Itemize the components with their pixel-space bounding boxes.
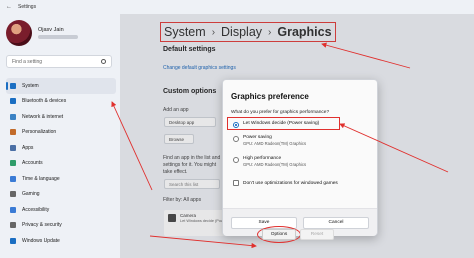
update-icon bbox=[10, 237, 16, 244]
sidebar-item-label: Time & language bbox=[22, 175, 60, 182]
gamepad-icon bbox=[10, 191, 16, 198]
search-input[interactable]: Find a setting bbox=[6, 55, 112, 68]
radio-selected-icon[interactable] bbox=[233, 121, 239, 128]
sidebar-item-accounts[interactable]: Accounts bbox=[6, 156, 116, 172]
network-icon bbox=[10, 113, 16, 120]
sidebar-item-system[interactable]: System bbox=[6, 78, 116, 94]
dialog-title: Graphics preference bbox=[231, 92, 309, 101]
sidebar-nav: System Bluetooth & devices Network & int… bbox=[6, 78, 116, 249]
system-icon bbox=[10, 82, 16, 89]
sidebar-item-label: Gaming bbox=[22, 191, 40, 198]
sidebar-item-windows-update[interactable]: Windows Update bbox=[6, 233, 116, 249]
profile-email-redacted bbox=[38, 35, 78, 39]
apps-icon bbox=[10, 144, 16, 151]
sidebar-item-label: Bluetooth & devices bbox=[22, 98, 67, 105]
sidebar-item-label: System bbox=[22, 82, 39, 89]
sidebar-item-personalization[interactable]: Personalization bbox=[6, 125, 116, 141]
option-gpu: GPU: AMD Radeon(TM) Graphics bbox=[243, 141, 307, 146]
sidebar-item-label: Personalization bbox=[22, 129, 57, 136]
cancel-button[interactable]: Cancel bbox=[303, 217, 369, 229]
sidebar-item-time-language[interactable]: Time & language bbox=[6, 171, 116, 187]
person-icon bbox=[10, 160, 16, 167]
brush-icon bbox=[10, 129, 16, 136]
option-label: High performance bbox=[243, 156, 282, 161]
checkbox-label: Don't use optimizations for windowed gam… bbox=[243, 180, 338, 186]
option-let-windows-decide[interactable]: Let Windows decide (Power saving) bbox=[233, 121, 319, 128]
bluetooth-icon bbox=[10, 98, 16, 105]
back-arrow-icon[interactable]: ← bbox=[6, 4, 12, 10]
option-high-performance[interactable]: High performance GPU: AMD Radeon(TM) Gra… bbox=[233, 156, 306, 167]
radio-icon[interactable] bbox=[233, 156, 239, 163]
sidebar-item-label: Network & internet bbox=[22, 113, 64, 120]
sidebar-item-label: Apps bbox=[22, 144, 34, 151]
title-bar: ← Settings bbox=[0, 0, 474, 14]
checkbox[interactable] bbox=[233, 180, 239, 186]
reset-button[interactable]: Reset bbox=[300, 229, 334, 240]
graphics-preference-dialog: Graphics preference What do you prefer f… bbox=[222, 79, 378, 236]
search-icon bbox=[101, 59, 106, 64]
sidebar-item-apps[interactable]: Apps bbox=[6, 140, 116, 156]
search-placeholder: Find a setting bbox=[12, 58, 43, 65]
user-profile[interactable]: Ojasv Jain bbox=[6, 20, 78, 46]
sidebar-item-bluetooth[interactable]: Bluetooth & devices bbox=[6, 94, 116, 110]
option-label: Power saving bbox=[243, 135, 272, 140]
dialog-question: What do you prefer for graphics performa… bbox=[231, 110, 330, 115]
sidebar-item-label: Accounts bbox=[22, 160, 43, 167]
windowed-games-checkbox-row[interactable]: Don't use optimizations for windowed gam… bbox=[233, 180, 338, 186]
shield-icon bbox=[10, 222, 16, 229]
profile-name: Ojasv Jain bbox=[38, 27, 64, 33]
sidebar-item-label: Accessibility bbox=[22, 206, 50, 213]
radio-icon[interactable] bbox=[233, 135, 239, 142]
options-button[interactable]: Options bbox=[262, 229, 296, 240]
window-title: Settings bbox=[18, 4, 37, 10]
sidebar-item-label: Windows Update bbox=[22, 237, 60, 244]
sidebar-item-accessibility[interactable]: Accessibility bbox=[6, 202, 116, 218]
sidebar-item-network[interactable]: Network & internet bbox=[6, 109, 116, 125]
option-gpu: GPU: AMD Radeon(TM) Graphics bbox=[243, 162, 307, 167]
sidebar-item-privacy[interactable]: Privacy & security bbox=[6, 218, 116, 234]
sidebar: Ojasv Jain Find a setting System Bluetoo… bbox=[0, 14, 120, 258]
globe-clock-icon bbox=[10, 175, 16, 182]
sidebar-item-label: Privacy & security bbox=[22, 222, 62, 229]
option-label: Let Windows decide (Power saving) bbox=[243, 121, 320, 126]
option-power-saving[interactable]: Power saving GPU: AMD Radeon(TM) Graphic… bbox=[233, 135, 306, 146]
accessibility-icon bbox=[10, 206, 16, 213]
avatar bbox=[6, 20, 32, 46]
sidebar-item-gaming[interactable]: Gaming bbox=[6, 187, 116, 203]
